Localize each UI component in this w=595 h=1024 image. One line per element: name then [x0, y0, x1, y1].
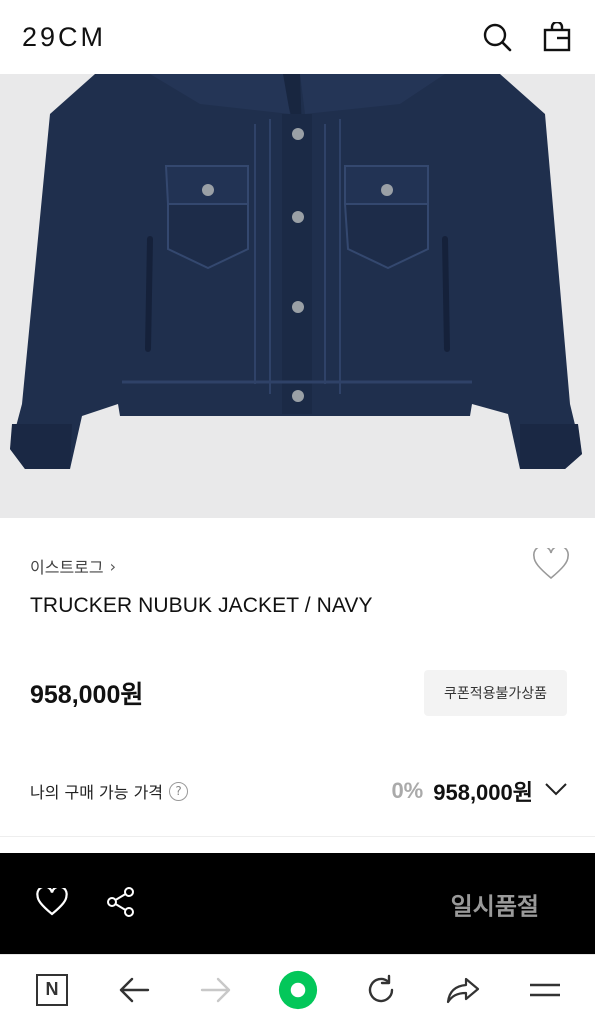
brand-row: 이스트로그 › [30, 545, 569, 584]
chevron-down-icon[interactable] [543, 780, 569, 802]
menu-icon[interactable] [525, 970, 565, 1010]
section-divider [0, 836, 595, 837]
site-logo[interactable]: 29CM [22, 22, 106, 53]
brand-name: 이스트로그 [30, 558, 104, 577]
my-price-value: 958,000원 [433, 780, 533, 805]
product-image[interactable] [0, 74, 595, 518]
back-arrow-icon[interactable] [114, 970, 154, 1010]
shopping-bag-icon[interactable] [541, 21, 573, 53]
jacket-illustration [0, 74, 595, 518]
search-icon[interactable] [481, 21, 513, 53]
discount-percent: 0% [391, 778, 424, 803]
product-title: TRUCKER NUBUK JACKET / NAVY [30, 594, 373, 617]
green-dot-icon[interactable] [278, 970, 318, 1010]
forward-arrow-icon[interactable] [196, 970, 236, 1010]
soldout-status: 일시품절 [450, 892, 539, 920]
heart-outline-icon[interactable] [533, 545, 569, 584]
heart-icon[interactable] [36, 885, 68, 920]
top-header: 29CM [0, 0, 595, 74]
my-price-row[interactable]: 나의 구매 가능 가격 ? 0% 958,000원 [30, 770, 569, 812]
product-price: 958,000원 [30, 681, 144, 709]
header-icons [481, 21, 573, 53]
refresh-icon[interactable] [361, 970, 401, 1010]
my-price-label: 나의 구매 가능 가격 [30, 783, 164, 802]
help-icon[interactable]: ? [169, 781, 189, 801]
share-arrow-icon[interactable] [443, 970, 483, 1010]
action-icons [36, 885, 136, 922]
my-price-label-group: 나의 구매 가능 가격 ? [30, 779, 189, 803]
bottom-action-bar: 일시품절 [0, 853, 595, 954]
chevron-right-icon: › [109, 556, 117, 576]
coupon-badge: 쿠폰적용불가상품 [423, 670, 567, 716]
browser-nav-bar: N [0, 954, 595, 1024]
naver-n-icon[interactable]: N [32, 970, 72, 1010]
brand-link[interactable]: 이스트로그 › [30, 554, 116, 578]
price-row: 958,000원 쿠폰적용불가상품 [30, 670, 567, 716]
naver-n-label: N [36, 973, 68, 1006]
share-icon[interactable] [106, 886, 136, 922]
my-price-values: 0% 958,000원 [391, 775, 569, 807]
